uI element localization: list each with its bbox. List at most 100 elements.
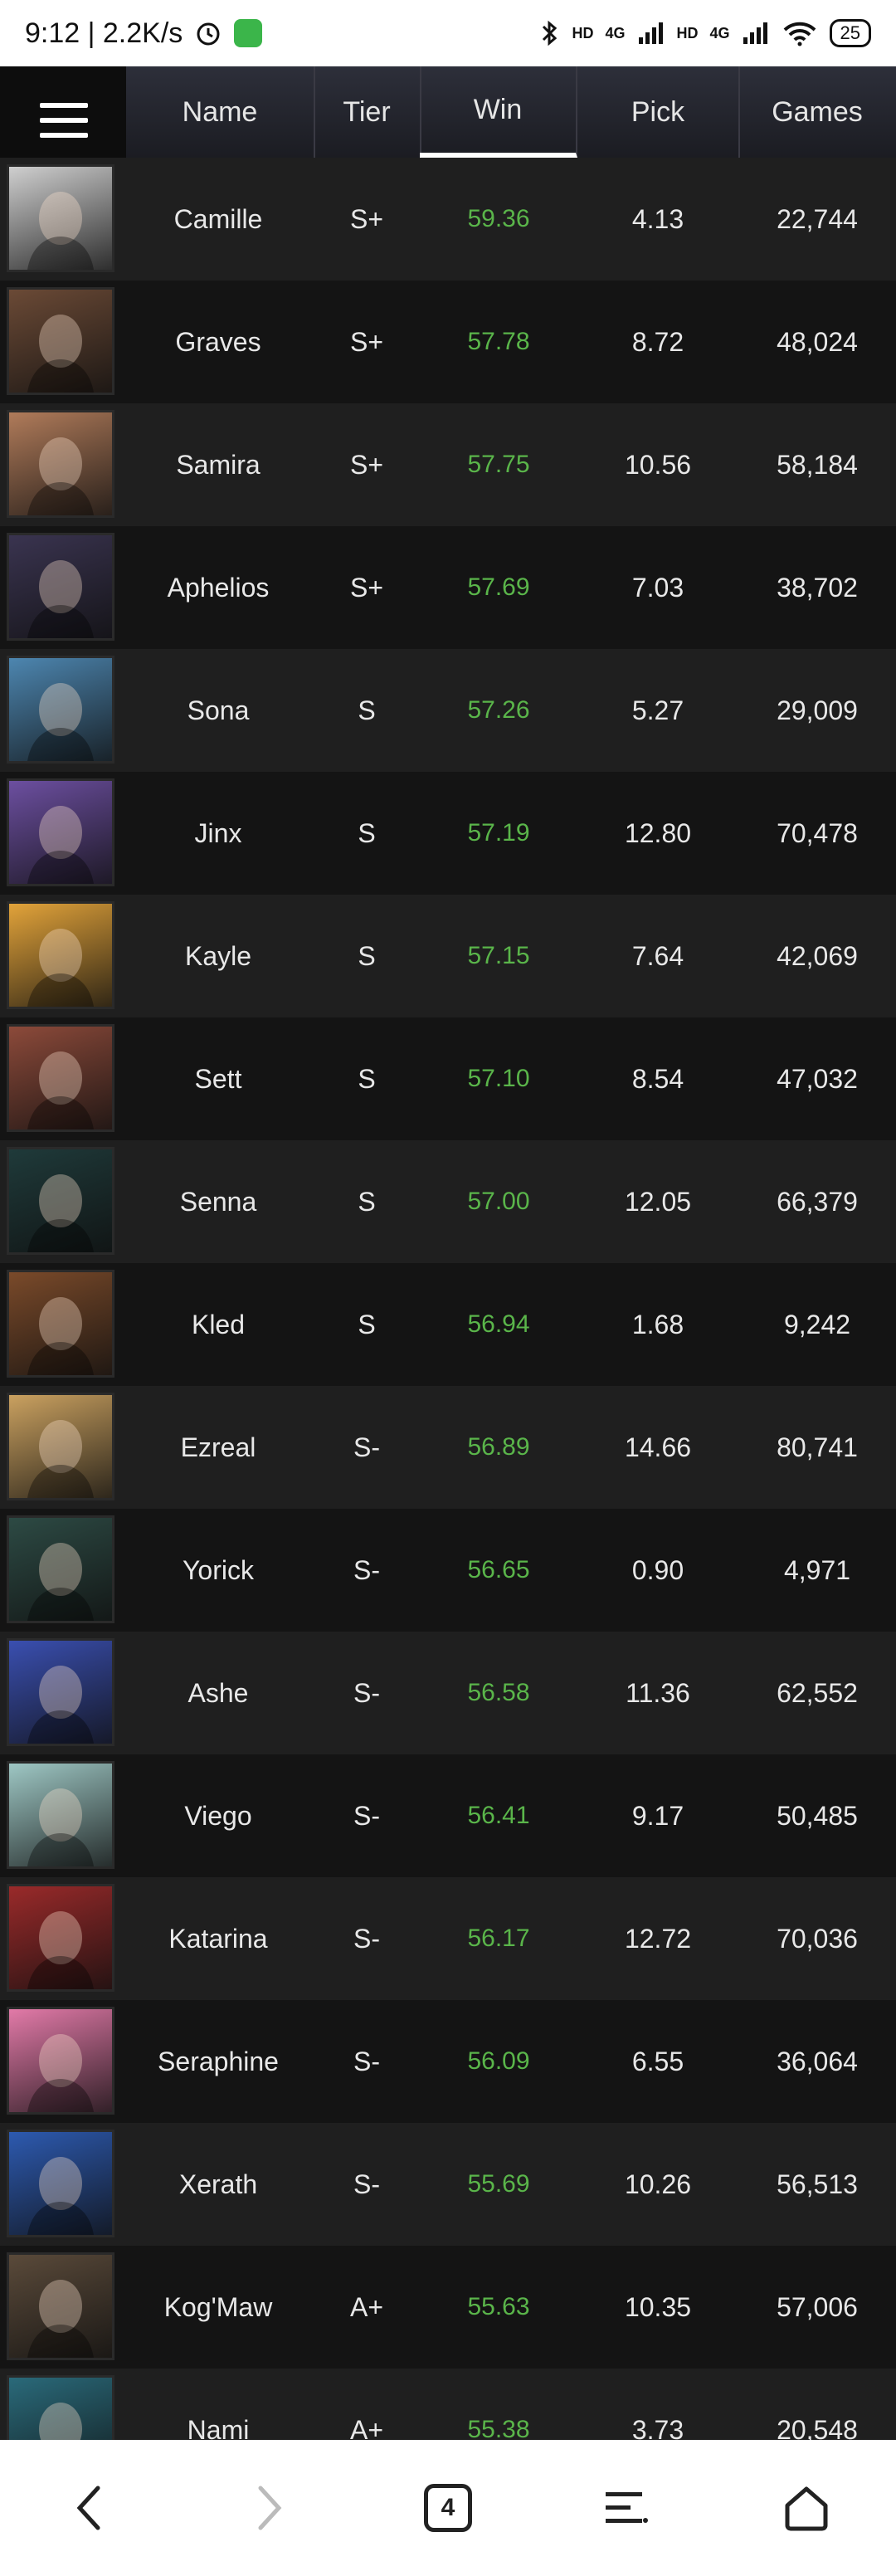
champion-avatar[interactable]: [7, 1761, 114, 1869]
table-row[interactable]: Senna S 57.00 12.05 66,379: [0, 1140, 896, 1263]
champion-games: 4,971: [783, 1554, 851, 1585]
table-row[interactable]: Kog'Maw A+ 55.63 10.35 57,006: [0, 2246, 896, 2369]
battery-indicator: 25: [829, 19, 871, 47]
champion-avatar[interactable]: [7, 1515, 114, 1623]
champion-name: Katarina: [168, 1923, 268, 1954]
champion-win-rate: 57.19: [467, 819, 530, 846]
champion-win-rate: 59.36: [467, 205, 530, 232]
champion-games: 36,064: [777, 2046, 858, 2076]
champion-win-rate: 57.26: [467, 696, 530, 724]
champion-name: Kled: [191, 1309, 246, 1339]
column-header-pick[interactable]: Pick: [577, 66, 740, 158]
champion-avatar[interactable]: [7, 2007, 114, 2115]
table-row[interactable]: Sett S 57.10 8.54 47,032: [0, 1017, 896, 1140]
tabs-button[interactable]: 4: [398, 2458, 498, 2558]
column-header-tier[interactable]: Tier: [314, 66, 421, 158]
champion-tier: S: [358, 1186, 376, 1217]
champion-portrait-icon: [9, 1518, 112, 1621]
champion-win-rate: 57.10: [467, 1065, 530, 1092]
time-speed: 9:12 | 2.2K/s: [25, 17, 183, 49]
menu-list-icon: [606, 2492, 648, 2523]
network-type: 4G: [709, 24, 730, 41]
champion-avatar[interactable]: [7, 1884, 114, 1992]
champion-portrait-icon: [9, 535, 112, 638]
champion-games: 48,024: [777, 326, 858, 357]
champion-tier: S-: [353, 1432, 380, 1462]
champion-avatar[interactable]: [7, 1638, 114, 1746]
champion-avatar[interactable]: [7, 410, 114, 518]
champion-portrait-icon: [9, 1641, 112, 1744]
champion-avatar[interactable]: [7, 656, 114, 764]
table-row[interactable]: Jinx S 57.19 12.80 70,478: [0, 772, 896, 895]
champion-tier: S+: [349, 326, 384, 357]
champion-tier: S-: [353, 2169, 380, 2199]
table-row[interactable]: Sona S 57.26 5.27 29,009: [0, 649, 896, 772]
champion-win-rate: 57.00: [467, 1188, 530, 1215]
champion-tier: S: [358, 1309, 376, 1339]
home-button[interactable]: [757, 2458, 856, 2558]
champion-name: Kog'Maw: [163, 2291, 273, 2322]
table-row[interactable]: Ezreal S- 56.89 14.66 80,741: [0, 1386, 896, 1509]
table-row[interactable]: Samira S+ 57.75 10.56 58,184: [0, 403, 896, 526]
column-header-win[interactable]: Win: [420, 66, 577, 158]
champion-avatar[interactable]: [7, 1147, 114, 1255]
champion-portrait-icon: [9, 167, 112, 270]
champion-portrait-icon: [9, 2009, 112, 2112]
champion-pick-rate: 8.54: [631, 1063, 684, 1094]
champion-avatar[interactable]: [7, 1393, 114, 1500]
champion-pick-rate: 9.17: [631, 1800, 684, 1831]
champion-win-rate: 56.09: [467, 2047, 530, 2075]
menu-list-button[interactable]: [577, 2458, 677, 2558]
champion-avatar[interactable]: [7, 2130, 114, 2237]
champion-tier: S-: [353, 1923, 380, 1954]
champion-avatar[interactable]: [7, 778, 114, 886]
champion-pick-rate: 12.80: [624, 817, 692, 848]
forward-button[interactable]: [219, 2458, 319, 2558]
table-row[interactable]: Kayle S 57.15 7.64 42,069: [0, 895, 896, 1017]
champion-tier: S-: [353, 1800, 380, 1831]
table-row[interactable]: Katarina S- 56.17 12.72 70,036: [0, 1877, 896, 2000]
champion-portrait-icon: [9, 904, 112, 1007]
champion-win-rate: 56.65: [467, 1556, 530, 1583]
column-header-name[interactable]: Name: [126, 66, 315, 158]
champion-tier: S: [358, 940, 376, 971]
champion-name: Samira: [176, 449, 261, 480]
champion-avatar[interactable]: [7, 164, 114, 272]
table-row[interactable]: Kled S 56.94 1.68 9,242: [0, 1263, 896, 1386]
champion-win-rate: 56.58: [467, 1679, 530, 1706]
champion-tier: A+: [349, 2291, 384, 2322]
table-row[interactable]: Viego S- 56.41 9.17 50,485: [0, 1754, 896, 1877]
signal-icon: [742, 21, 770, 46]
champion-name: Aphelios: [167, 572, 270, 603]
champion-tier: S+: [349, 572, 384, 603]
table-row[interactable]: Camille S+ 59.36 4.13 22,744: [0, 158, 896, 281]
champion-win-rate: 56.41: [467, 1802, 530, 1829]
champion-avatar[interactable]: [7, 1024, 114, 1132]
champion-pick-rate: 8.72: [631, 326, 684, 357]
champion-games: 42,069: [777, 940, 858, 971]
champion-avatar[interactable]: [7, 2252, 114, 2360]
champion-avatar[interactable]: [7, 287, 114, 395]
champion-tier: S+: [349, 449, 384, 480]
table-row[interactable]: Aphelios S+ 57.69 7.03 38,702: [0, 526, 896, 649]
champion-games: 9,242: [783, 1309, 851, 1339]
column-header-games[interactable]: Games: [738, 66, 896, 158]
champion-avatar[interactable]: [7, 1270, 114, 1378]
champion-avatar[interactable]: [7, 533, 114, 641]
champion-games: 57,006: [777, 2291, 858, 2322]
table-row[interactable]: Xerath S- 55.69 10.26 56,513: [0, 2123, 896, 2246]
table-row[interactable]: Yorick S- 56.65 0.90 4,971: [0, 1509, 896, 1632]
table-row[interactable]: Seraphine S- 56.09 6.55 36,064: [0, 2000, 896, 2123]
back-button[interactable]: [40, 2458, 139, 2558]
champion-games: 22,744: [777, 203, 858, 234]
champion-portrait-icon: [9, 658, 112, 761]
app-notification-icon: [234, 19, 263, 47]
champion-pick-rate: 12.05: [624, 1186, 692, 1217]
champion-pick-rate: 0.90: [631, 1554, 684, 1585]
table-row[interactable]: Ashe S- 56.58 11.36 62,552: [0, 1632, 896, 1754]
champion-avatar[interactable]: [7, 901, 114, 1009]
champion-win-rate: 55.63: [467, 2293, 530, 2320]
table-row[interactable]: Graves S+ 57.78 8.72 48,024: [0, 281, 896, 403]
champion-portrait-icon: [9, 290, 112, 393]
champion-pick-rate: 10.26: [624, 2169, 692, 2199]
